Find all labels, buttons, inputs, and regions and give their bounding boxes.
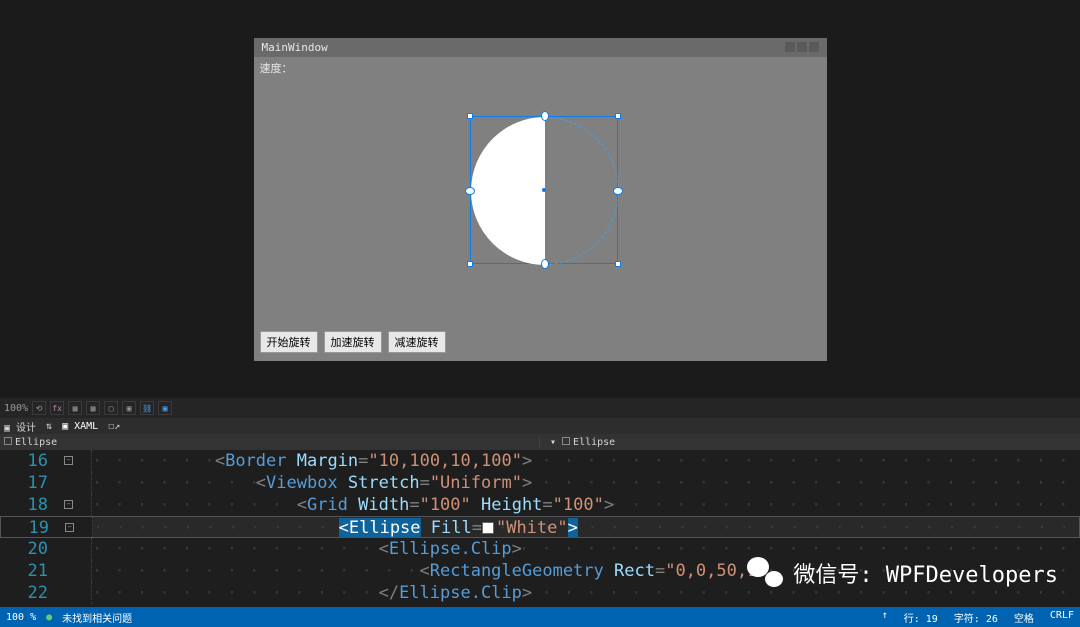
status-zoom[interactable]: 100 % [6,612,36,623]
xaml-tab[interactable]: ▣ XAML [62,421,98,432]
design-tab[interactable]: ▣ 设计 [4,419,36,434]
control-buttons: 开始旋转 加速旋转 减速旋转 [260,331,446,353]
status-crlf[interactable]: CRLF [1050,610,1074,625]
maximize-icon[interactable] [797,42,807,52]
status-line: 行: 19 [904,610,938,625]
slowdown-rotate-button[interactable]: 减速旋转 [388,331,446,353]
designer-toolbar: 100% ⟲ fx ▦ ▦ ▢ ▣ ⛓ ▣ [0,398,1080,418]
resize-handle-bl[interactable] [467,261,473,267]
close-icon[interactable] [809,42,819,52]
resize-handle-tr[interactable] [615,113,621,119]
breadcrumb-right[interactable]: ▾ Ellipse [544,437,615,448]
status-issues[interactable]: 未找到相关问题 [62,610,132,625]
link-icon[interactable]: ⛓ [140,401,154,415]
resize-handle-rc[interactable] [613,187,623,195]
window-controls [785,42,819,52]
resize-handle-tc[interactable] [541,111,549,121]
fx-icon[interactable]: fx [50,401,64,415]
grid2-icon[interactable]: ▦ [86,401,100,415]
device-icon[interactable]: ▣ [158,401,172,415]
center-marker [542,188,546,192]
status-spaces[interactable]: 空格 [1014,610,1034,625]
pane-tabs: ▣ 设计 ⇅ ▣ XAML ☐↗ [0,418,1080,434]
toolbar-icon[interactable]: ⟲ [32,401,46,415]
swap-icon[interactable]: ⇅ [46,421,52,432]
speed-label: 速度： [260,60,293,76]
window-title-text: MainWindow [262,41,328,54]
grid-icon[interactable]: ▦ [68,401,82,415]
designer-selection[interactable] [470,116,618,264]
status-char: 字符: 26 [954,610,998,625]
designer-surface[interactable]: MainWindow 速度： 开始旋转 加速旋转 减速旋转 [0,0,1080,398]
resize-handle-tl[interactable] [467,113,473,119]
window-titlebar: MainWindow [254,38,827,57]
breadcrumb-left[interactable]: Ellipse [4,437,540,448]
ruler-icon[interactable]: ▣ [122,401,136,415]
popout-icon[interactable]: ☐↗ [108,421,120,432]
design-preview-window: MainWindow 速度： 开始旋转 加速旋转 减速旋转 [254,38,827,361]
resize-handle-br[interactable] [615,261,621,267]
clipped-ellipse [471,117,545,265]
resize-handle-bc[interactable] [541,259,549,269]
code-editor[interactable]: 16− <Border Margin="10,100,10,100">17 <V… [0,450,1080,607]
start-rotate-button[interactable]: 开始旋转 [260,331,318,353]
snap-icon[interactable]: ▢ [104,401,118,415]
zoom-level[interactable]: 100% [4,403,28,414]
minimize-icon[interactable] [785,42,795,52]
speedup-rotate-button[interactable]: 加速旋转 [324,331,382,353]
status-bar: 100 % ● 未找到相关问题 ↑ 行: 19 字符: 26 空格 CRLF [0,607,1080,627]
breadcrumb-bar: Ellipse ▾ Ellipse [0,434,1080,450]
resize-handle-lc[interactable] [465,187,475,195]
